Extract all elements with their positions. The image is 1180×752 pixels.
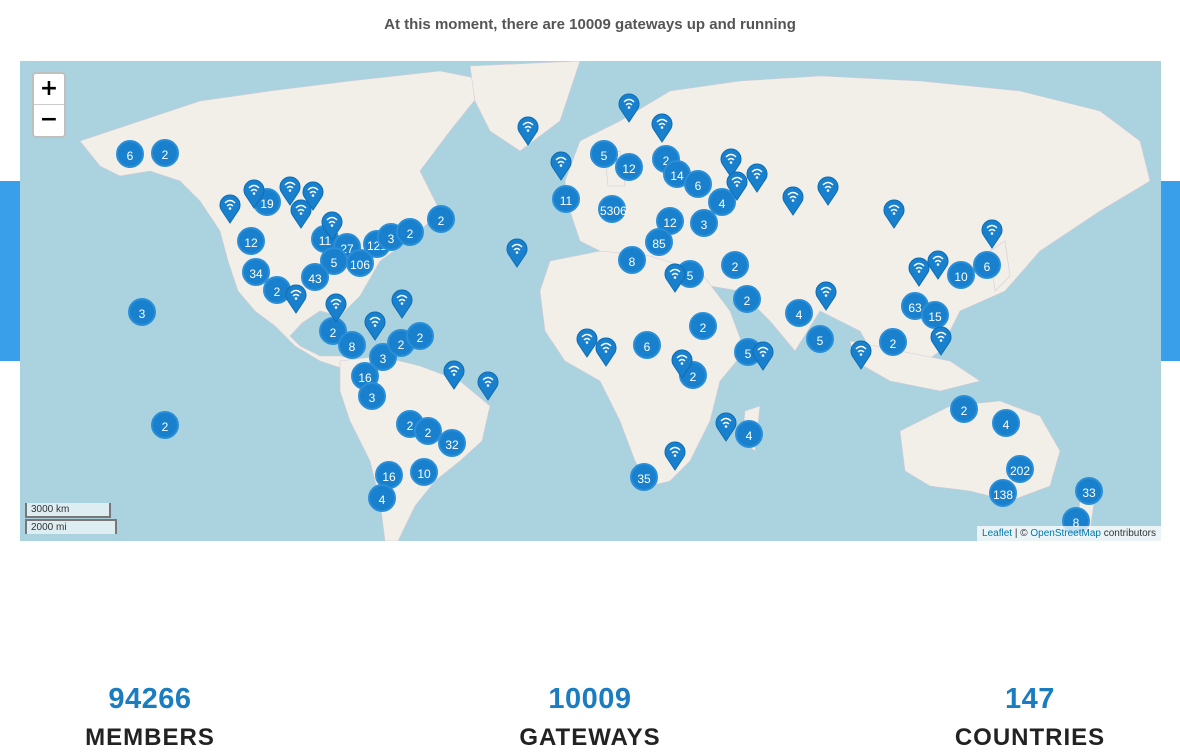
leaflet-link[interactable]: Leaflet: [982, 528, 1012, 539]
left-background-band: [0, 181, 20, 361]
gateway-cluster-marker[interactable]: 4: [785, 299, 813, 327]
stat-members: 94266 MEMBERS: [30, 683, 270, 752]
gateway-cluster-marker[interactable]: 6: [973, 251, 1001, 279]
gateway-pin-icon[interactable]: [782, 186, 804, 216]
gateway-pin-icon[interactable]: [726, 171, 748, 201]
gateway-cluster-marker[interactable]: 2: [879, 328, 907, 356]
world-basemap: [79, 61, 1151, 541]
gateway-pin-icon[interactable]: [443, 360, 465, 390]
gateway-pin-icon[interactable]: [815, 281, 837, 311]
gateway-cluster-marker[interactable]: 3: [128, 298, 156, 326]
gateway-pin-icon[interactable]: [746, 163, 768, 193]
gateway-cluster-marker[interactable]: 12: [237, 227, 265, 255]
gateway-pin-icon[interactable]: [325, 293, 347, 323]
gateway-pin-icon[interactable]: [477, 371, 499, 401]
stat-countries: 147 COUNTRIES: [910, 683, 1150, 752]
zoom-in-button[interactable]: +: [34, 74, 64, 105]
gateway-cluster-marker[interactable]: 5: [806, 325, 834, 353]
gateway-cluster-marker[interactable]: 6: [633, 331, 661, 359]
gateway-cluster-marker[interactable]: 32: [438, 429, 466, 457]
gateway-cluster-marker[interactable]: 10: [410, 458, 438, 486]
gateway-cluster-marker[interactable]: 138: [989, 479, 1017, 507]
gateway-pin-icon[interactable]: [927, 250, 949, 280]
gateway-pin-icon[interactable]: [752, 341, 774, 371]
gateway-cluster-marker[interactable]: 4: [992, 409, 1020, 437]
gateway-pin-icon[interactable]: [364, 311, 386, 341]
gateway-pin-icon[interactable]: [651, 113, 673, 143]
gateway-cluster-marker[interactable]: 85: [645, 228, 673, 256]
gateway-cluster-marker[interactable]: 2: [151, 139, 179, 167]
zoom-control: + −: [32, 72, 66, 138]
stat-gateways: 10009 GATEWAYS: [470, 683, 710, 752]
gateway-pin-icon[interactable]: [908, 257, 930, 287]
gateway-cluster-marker[interactable]: 2: [151, 411, 179, 439]
gateway-cluster-marker[interactable]: 8: [338, 331, 366, 359]
gateway-pin-icon[interactable]: [850, 340, 872, 370]
gateway-cluster-marker[interactable]: 35: [630, 463, 658, 491]
stat-value: 10009: [548, 683, 632, 715]
gateway-cluster-marker[interactable]: 3: [358, 382, 386, 410]
stat-label: MEMBERS: [85, 724, 215, 751]
right-background-band: [1160, 181, 1180, 361]
gateway-pin-icon[interactable]: [321, 211, 343, 241]
stat-value: 94266: [108, 683, 192, 715]
gateway-cluster-marker[interactable]: 4: [368, 484, 396, 512]
gateways-heading: At this moment, there are 10009 gateways…: [384, 16, 796, 33]
scale-km: 3000 km: [25, 503, 111, 518]
gateway-pin-icon[interactable]: [664, 441, 686, 471]
attribution-separator: | ©: [1012, 528, 1031, 539]
gateway-pin-icon[interactable]: [517, 116, 539, 146]
gateway-pin-icon[interactable]: [285, 284, 307, 314]
gateway-cluster-marker[interactable]: 6: [116, 140, 144, 168]
gateway-pin-icon[interactable]: [981, 219, 1003, 249]
gateway-cluster-marker[interactable]: 15: [921, 301, 949, 329]
stat-label: COUNTRIES: [954, 724, 1106, 751]
gateway-cluster-marker[interactable]: 5: [590, 140, 618, 168]
gateway-cluster-marker[interactable]: 12: [615, 153, 643, 181]
gateway-cluster-marker[interactable]: 5306: [598, 195, 627, 223]
gateway-cluster-marker[interactable]: 2: [396, 218, 424, 246]
gateway-cluster-marker[interactable]: 6: [684, 170, 712, 198]
gateway-pin-icon[interactable]: [391, 289, 413, 319]
gateway-pin-icon[interactable]: [618, 93, 640, 123]
gateway-pin-icon[interactable]: [715, 412, 737, 442]
gateway-pin-icon[interactable]: [930, 326, 952, 356]
gateway-pin-icon[interactable]: [302, 181, 324, 211]
zoom-out-button[interactable]: −: [34, 105, 64, 135]
gateway-cluster-marker[interactable]: 106: [346, 249, 374, 277]
gateway-pin-icon[interactable]: [817, 176, 839, 206]
gateway-cluster-marker[interactable]: 2: [721, 251, 749, 279]
gateway-pin-icon[interactable]: [243, 179, 265, 209]
gateway-cluster-marker[interactable]: 2: [427, 205, 455, 233]
gateway-cluster-marker[interactable]: 11: [552, 185, 580, 213]
map-attribution: Leaflet | © OpenStreetMap contributors: [977, 526, 1161, 541]
gateway-cluster-marker[interactable]: 8: [618, 246, 646, 274]
gateway-cluster-marker[interactable]: 10: [947, 261, 975, 289]
gateway-cluster-marker[interactable]: 2: [689, 312, 717, 340]
gateway-cluster-marker[interactable]: 3: [690, 209, 718, 237]
attribution-suffix: contributors: [1100, 528, 1156, 539]
gateway-pin-icon[interactable]: [595, 337, 617, 367]
stat-value: 147: [1005, 683, 1055, 715]
gateway-cluster-marker[interactable]: 4: [735, 420, 763, 448]
gateway-cluster-marker[interactable]: 2: [733, 285, 761, 313]
gateway-cluster-marker[interactable]: 2: [406, 322, 434, 350]
stat-label: GATEWAYS: [519, 724, 661, 751]
gateway-map[interactable]: 6 2 19 12 11 27 121 3 2 2 106 5 43 34 2 3 2 2 8 3 2 16 3 2 2 2 32 1…: [20, 61, 1161, 541]
gateway-pin-icon[interactable]: [883, 199, 905, 229]
gateway-cluster-marker[interactable]: 2: [950, 395, 978, 423]
osm-link[interactable]: OpenStreetMap: [1030, 528, 1101, 539]
gateway-cluster-marker[interactable]: 33: [1075, 477, 1103, 505]
gateway-pin-icon[interactable]: [506, 238, 528, 268]
gateway-pin-icon[interactable]: [550, 151, 572, 181]
gateway-pin-icon[interactable]: [671, 349, 693, 379]
scale-mi: 2000 mi: [25, 519, 117, 534]
gateway-pin-icon[interactable]: [664, 263, 686, 293]
gateway-pin-icon[interactable]: [219, 194, 241, 224]
gateway-cluster-marker[interactable]: 202: [1006, 455, 1034, 483]
